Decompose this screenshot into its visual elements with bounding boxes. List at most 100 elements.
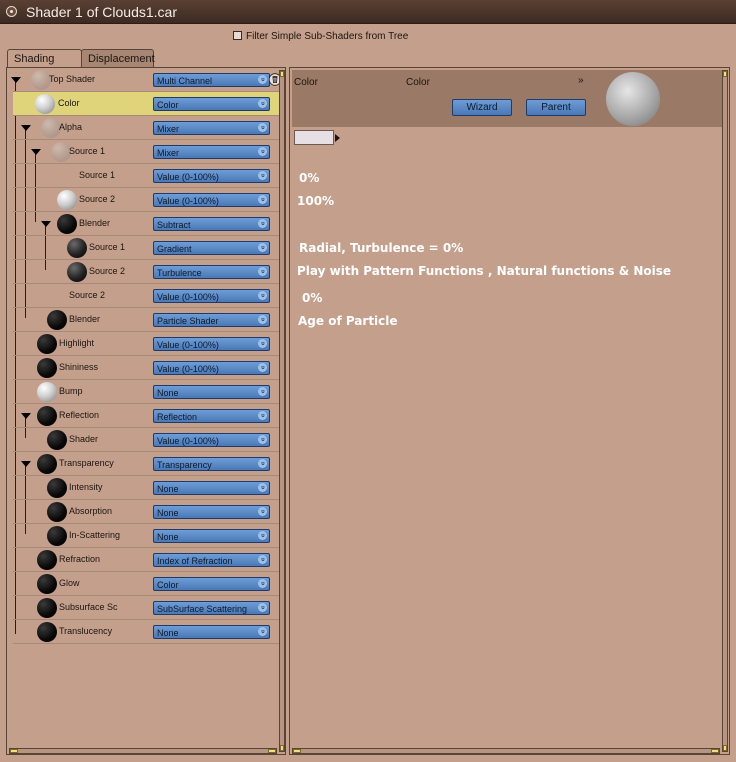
scroll-down-handle[interactable] — [723, 745, 727, 751]
detail-horizontal-scrollbar[interactable] — [292, 748, 720, 754]
shader-type-dropdown[interactable]: None » — [153, 385, 270, 399]
shader-type-dropdown[interactable]: Turbulence » — [153, 265, 270, 279]
shader-type-dropdown[interactable]: Value (0-100%) » — [153, 193, 270, 207]
shader-type-dropdown[interactable]: Reflection » — [153, 409, 270, 423]
tree-row[interactable]: Alpha Mixer » — [13, 116, 285, 140]
tree-row[interactable]: Blender Subtract » — [13, 212, 285, 236]
scroll-up-handle[interactable] — [280, 71, 284, 77]
shader-sphere-icon — [31, 70, 51, 90]
chevron-down-icon: » — [258, 507, 267, 516]
shader-type-dropdown[interactable]: None » — [153, 505, 270, 519]
scroll-right-handle[interactable] — [268, 749, 276, 753]
shader-sphere-icon — [37, 598, 57, 618]
shader-type-dropdown[interactable]: Mixer » — [153, 145, 270, 159]
tree-row[interactable]: Shininess Value (0-100%) » — [13, 356, 285, 380]
tree-vertical-scrollbar[interactable] — [279, 70, 285, 752]
tree-row[interactable]: Subsurface Sc SubSurface Scattering » — [13, 596, 285, 620]
tree-row[interactable]: Top Shader Multi Channel » — [11, 68, 285, 92]
shader-type-dropdown[interactable]: None » — [153, 481, 270, 495]
tree-row[interactable]: Shader Value (0-100%) » — [13, 428, 285, 452]
shader-type-dropdown[interactable]: Gradient » — [153, 241, 270, 255]
dropdown-value: SubSurface Scattering — [157, 604, 248, 614]
tree-row[interactable]: Absorption None » — [13, 500, 285, 524]
tree-horizontal-scrollbar[interactable] — [9, 748, 277, 754]
dropdown-value: Mixer — [157, 148, 179, 158]
wizard-button[interactable]: Wizard — [452, 99, 512, 116]
filter-sub-shaders-option[interactable]: Filter Simple Sub-Shaders from Tree — [233, 31, 408, 42]
tree-row[interactable]: Source 2 Value (0-100%) » — [13, 188, 285, 212]
close-icon[interactable] — [6, 6, 17, 17]
shader-type-dropdown[interactable]: Value (0-100%) » — [153, 433, 270, 447]
shader-type-dropdown[interactable]: Value (0-100%) » — [153, 289, 270, 303]
tree-row-label: In-Scattering — [69, 530, 121, 540]
tree-row[interactable]: Blender Particle Shader » — [13, 308, 285, 332]
tree-row[interactable]: Source 1 Value (0-100%) » — [13, 164, 285, 188]
tree-row[interactable]: Source 1 Mixer » — [13, 140, 285, 164]
title-bar: Shader 1 of Clouds1.car — [0, 0, 736, 24]
tree-row[interactable]: Color Color » — [13, 92, 285, 116]
shader-sphere-icon — [57, 214, 77, 234]
shader-sphere-icon — [47, 310, 67, 330]
expand-triangle-icon[interactable] — [21, 125, 31, 131]
scroll-right-handle[interactable] — [711, 749, 719, 753]
dropdown-value: Turbulence — [157, 268, 202, 278]
chevron-down-icon: » — [258, 603, 267, 612]
tree-row[interactable]: In-Scattering None » — [13, 524, 285, 548]
shader-detail-panel: Color Color » Wizard Parent 0% 100% Radi… — [289, 67, 730, 755]
dropdown-value: Value (0-100%) — [157, 172, 219, 182]
expand-triangle-icon[interactable] — [31, 149, 41, 155]
shader-type-dropdown[interactable]: Transparency » — [153, 457, 270, 471]
shader-type-dropdown[interactable]: Subtract » — [153, 217, 270, 231]
chevron-down-icon: » — [258, 531, 267, 540]
tree-row-label: Translucency — [59, 626, 113, 636]
tree-row[interactable]: Source 2 Turbulence » — [13, 260, 285, 284]
tree-row-label: Top Shader — [49, 74, 96, 84]
detail-label-right: Color — [406, 77, 430, 88]
tab-shading[interactable]: Shading — [7, 49, 82, 69]
tree-row[interactable]: Intensity None » — [13, 476, 285, 500]
shader-type-dropdown[interactable]: Value (0-100%) » — [153, 337, 270, 351]
tree-row-label: Alpha — [59, 122, 83, 132]
tree-row[interactable]: Glow Color » — [13, 572, 285, 596]
tree-row[interactable]: Transparency Transparency » — [13, 452, 285, 476]
shader-type-dropdown[interactable]: None » — [153, 625, 270, 639]
shader-sphere-icon — [47, 430, 67, 450]
tree-row[interactable]: Reflection Reflection » — [13, 404, 285, 428]
detail-vertical-scrollbar[interactable] — [722, 70, 728, 752]
scroll-left-handle[interactable] — [293, 749, 301, 753]
shader-type-dropdown[interactable]: Value (0-100%) » — [153, 361, 270, 375]
shader-type-dropdown[interactable]: Mixer » — [153, 121, 270, 135]
chevron-down-icon[interactable]: » — [578, 75, 584, 86]
tree-row[interactable]: Highlight Value (0-100%) » — [13, 332, 285, 356]
dropdown-value: Transparency — [157, 460, 212, 470]
tree-row[interactable]: Source 1 Gradient » — [13, 236, 285, 260]
scroll-up-handle[interactable] — [723, 71, 727, 77]
tree-row[interactable]: Bump None » — [13, 380, 285, 404]
shader-type-dropdown[interactable]: Index of Refraction » — [153, 553, 270, 567]
shader-type-dropdown[interactable]: Particle Shader » — [153, 313, 270, 327]
shader-type-dropdown[interactable]: Value (0-100%) » — [153, 169, 270, 183]
expand-triangle-icon[interactable] — [41, 221, 51, 227]
shader-sphere-icon — [47, 502, 67, 522]
tree-row[interactable]: Refraction Index of Refraction » — [13, 548, 285, 572]
shader-type-dropdown[interactable]: SubSurface Scattering » — [153, 601, 270, 615]
expand-triangle-icon[interactable] — [11, 77, 21, 83]
tab-displacement[interactable]: Displacement — [81, 49, 155, 67]
tree-row[interactable]: Translucency None » — [13, 620, 285, 644]
filter-checkbox[interactable] — [233, 31, 242, 40]
chevron-down-icon: » — [258, 627, 267, 636]
shader-type-dropdown[interactable]: None » — [153, 529, 270, 543]
tree-row[interactable]: Source 2 Value (0-100%) » — [13, 284, 285, 308]
scroll-left-handle[interactable] — [10, 749, 18, 753]
chevron-down-icon: » — [258, 75, 267, 84]
shader-type-dropdown[interactable]: Color » — [153, 577, 270, 591]
color-swatch[interactable] — [294, 130, 334, 145]
parent-button[interactable]: Parent — [526, 99, 586, 116]
expand-triangle-icon[interactable] — [21, 461, 31, 467]
shader-type-dropdown[interactable]: Color » — [153, 97, 270, 111]
expand-triangle-icon[interactable] — [21, 413, 31, 419]
swatch-arrow-icon[interactable] — [335, 134, 340, 142]
shader-type-dropdown[interactable]: Multi Channel » — [153, 73, 270, 87]
scroll-down-handle[interactable] — [280, 745, 284, 751]
tab-shading-label: Shading — [14, 53, 55, 65]
